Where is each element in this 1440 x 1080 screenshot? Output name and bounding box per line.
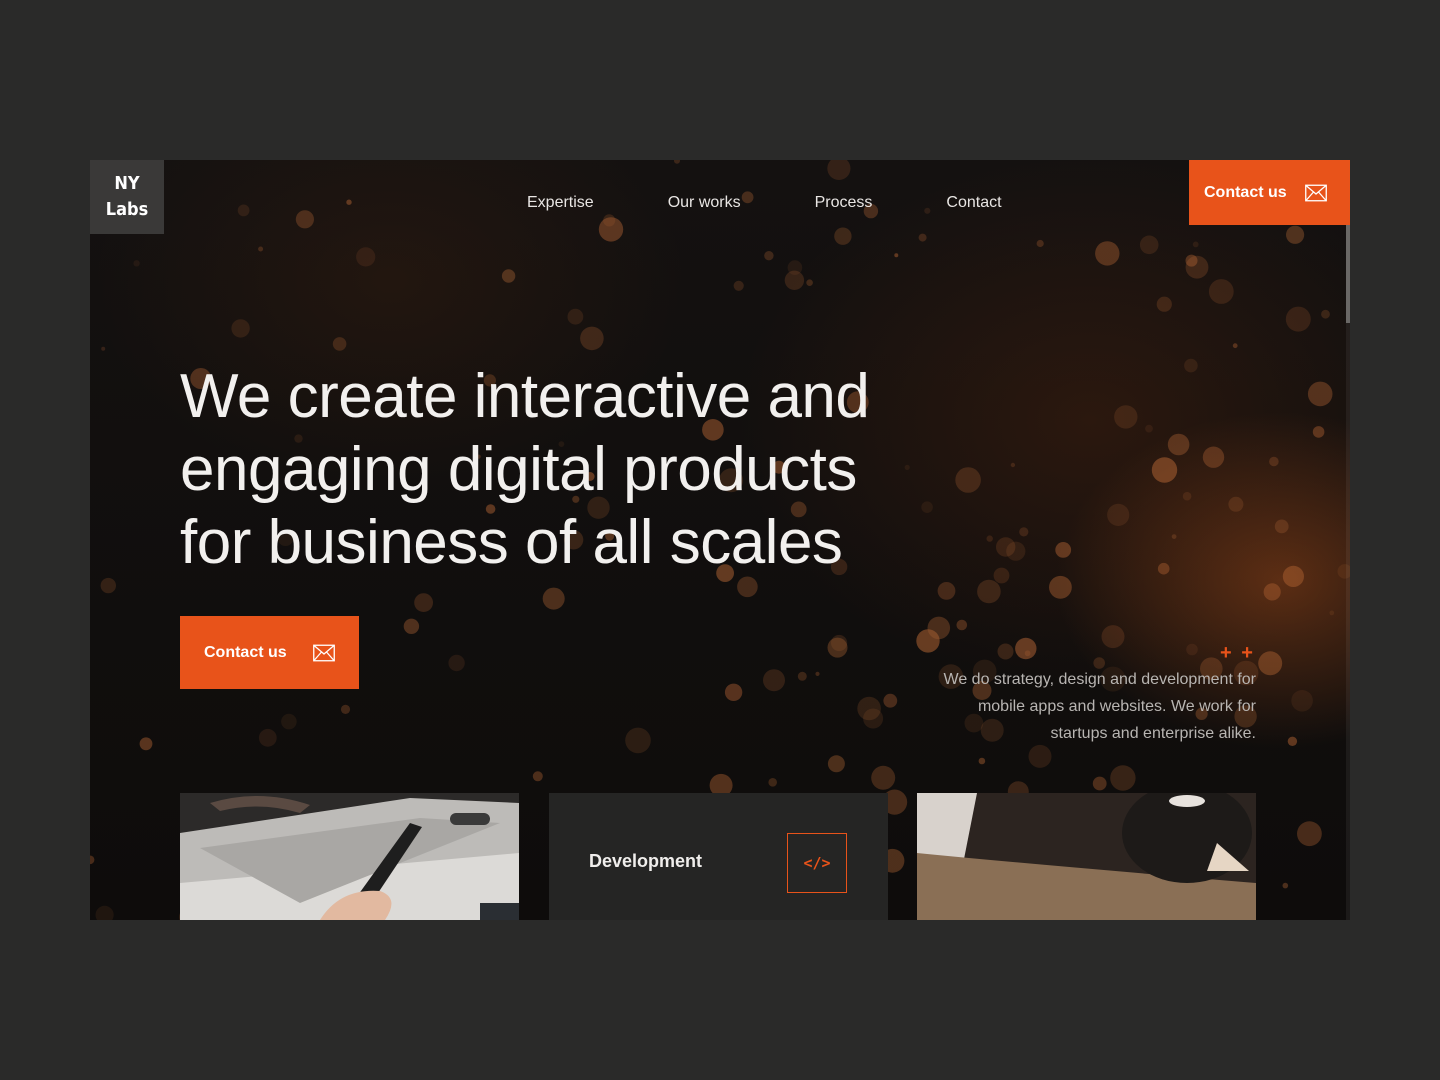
hero-title: We create interactive and engaging digit… — [180, 360, 1000, 579]
hero-tagline: We do strategy, design and development f… — [910, 666, 1256, 747]
logo-line-1: NY — [114, 173, 140, 194]
tagline-line-1: We do strategy, design and development f… — [943, 671, 1256, 688]
code-icon: </> — [787, 833, 847, 893]
hero-contact-label: Contact us — [204, 643, 287, 661]
envelope-icon — [313, 644, 335, 661]
main-nav: Expertise Our works Process Contact — [527, 194, 1002, 212]
hero-title-line-3: for business of all scales — [180, 508, 843, 577]
hero-contact-button[interactable]: Contact us — [180, 616, 359, 689]
service-card-development[interactable]: Development </> — [549, 793, 888, 920]
development-label: Development — [589, 851, 703, 871]
logo-line-2: Labs — [105, 199, 149, 220]
header-contact-label: Contact us — [1204, 183, 1287, 201]
logo[interactable]: NY Labs — [90, 160, 164, 234]
service-card-design-image[interactable] — [180, 793, 519, 920]
workspace-photo — [917, 793, 1256, 920]
hero-title-line-1: We create interactive and — [180, 362, 870, 431]
header-contact-button[interactable]: Contact us — [1189, 160, 1350, 225]
nav-item-process[interactable]: Process — [815, 194, 873, 212]
scrollbar-thumb[interactable] — [1346, 225, 1350, 323]
tagline-line-2: mobile apps and websites. We work for — [977, 698, 1256, 715]
scrollbar[interactable] — [1346, 225, 1350, 920]
envelope-icon — [1305, 184, 1327, 201]
nav-item-our-works[interactable]: Our works — [668, 194, 741, 212]
nav-item-contact[interactable]: Contact — [946, 194, 1001, 212]
website-frame: NY Labs Expertise Our works Process Cont… — [90, 160, 1350, 920]
service-card-image-3[interactable] — [917, 793, 1256, 920]
plus-decoration: + + — [1220, 642, 1255, 664]
design-photo — [180, 793, 519, 920]
tagline-line-3: startups and enterprise alike. — [1050, 725, 1256, 742]
nav-item-expertise[interactable]: Expertise — [527, 194, 594, 212]
hero-title-line-2: engaging digital products — [180, 435, 857, 504]
